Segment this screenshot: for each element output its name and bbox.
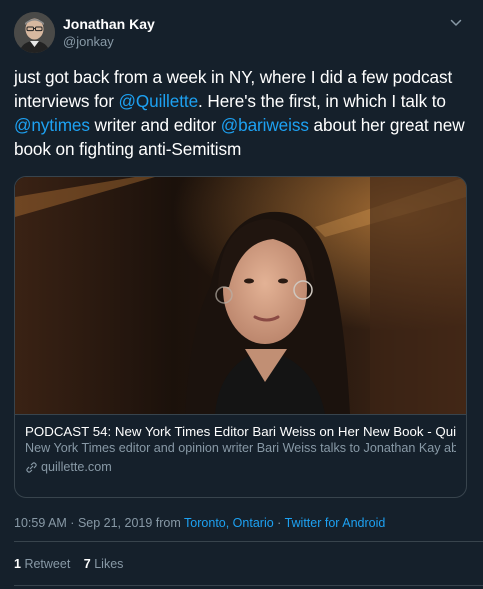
tweet-text-segment: writer and editor (89, 115, 221, 135)
separator: · (66, 516, 78, 530)
author-block[interactable]: Jonathan Kay @jonkay (63, 15, 155, 50)
tweet-time[interactable]: 10:59 AM (14, 516, 67, 530)
card-title[interactable]: PODCAST 54: New York Times Editor Bari W… (25, 423, 456, 440)
tweet-location[interactable]: Toronto, Ontario (184, 516, 274, 530)
card-domain: quillette.com (25, 459, 456, 476)
tweet-metadata: 10:59 AM · Sep 21, 2019 from Toronto, On… (14, 515, 385, 531)
link-icon (26, 462, 37, 473)
link-card[interactable]: PODCAST 54: New York Times Editor Bari W… (14, 176, 467, 498)
tweet-text-segment: . Here's the first, in which I talk to (198, 91, 446, 111)
likes-stat[interactable]: 7 Likes (84, 557, 124, 571)
card-description: New York Times editor and opinion writer… (25, 441, 456, 455)
divider (14, 585, 483, 586)
retweets-count: 1 (14, 557, 21, 571)
engagement-stats: 1 Retweet 7 Likes (14, 556, 133, 572)
card-photo (15, 177, 466, 414)
card-domain-text: quillette.com (41, 460, 112, 474)
chevron-down-icon[interactable] (447, 14, 465, 32)
tweet: Jonathan Kay @jonkay just got back from … (0, 0, 483, 589)
handle[interactable]: @jonkay (63, 33, 155, 50)
retweets-stat[interactable]: 1 Retweet (14, 557, 70, 571)
tweet-source[interactable]: Twitter for Android (285, 516, 386, 530)
retweets-label: Retweet (24, 557, 71, 571)
card-image[interactable] (15, 177, 466, 414)
tweet-date[interactable]: Sep 21, 2019 (78, 516, 152, 530)
card-meta[interactable]: PODCAST 54: New York Times Editor Bari W… (15, 414, 466, 497)
separator: · (273, 516, 285, 530)
mention-quillette[interactable]: @Quillette (119, 91, 199, 111)
display-name[interactable]: Jonathan Kay (63, 15, 155, 33)
tweet-text: just got back from a week in NY, where I… (14, 65, 474, 161)
likes-count: 7 (83, 557, 91, 571)
from-label: from (152, 516, 185, 530)
tweet-header: Jonathan Kay @jonkay (14, 12, 469, 56)
avatar[interactable] (14, 12, 55, 53)
user-avatar-icon (14, 12, 55, 53)
likes-label: Likes (94, 557, 124, 571)
divider (14, 541, 483, 542)
mention-bariweiss[interactable]: @bariweiss (221, 115, 309, 135)
mention-nytimes[interactable]: @nytimes (14, 115, 90, 135)
